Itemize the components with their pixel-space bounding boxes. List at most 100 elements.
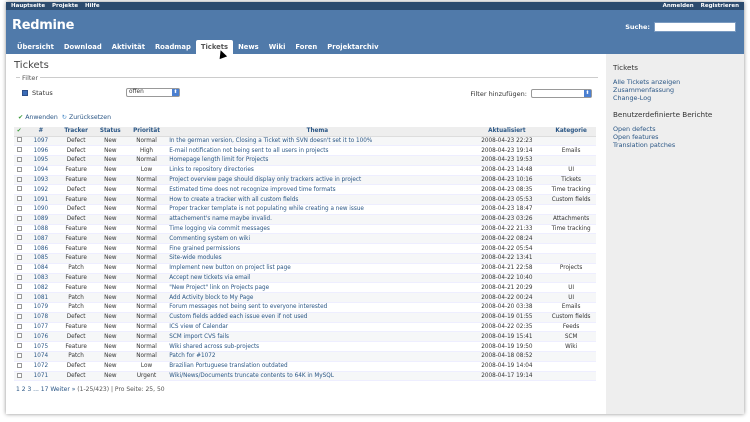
row-checkbox[interactable]: [16, 205, 22, 211]
row-checkbox[interactable]: [16, 186, 22, 192]
ticket-subject[interactable]: ICS view of Calendar: [167, 322, 468, 333]
row-checkbox[interactable]: [16, 264, 22, 270]
ticket-id[interactable]: 1071: [24, 371, 58, 382]
table-row[interactable]: 1096 Defect New High E-mail notification not…: [14, 145, 596, 157]
ticket-subject[interactable]: Forum messages not being sent to everyon…: [167, 302, 468, 313]
tab-item[interactable]: Projektarchiv: [322, 40, 383, 54]
col-status[interactable]: Status: [94, 127, 126, 137]
ticket-subject[interactable]: Patch for #1072: [167, 351, 468, 362]
ticket-subject[interactable]: Proper tracker template is not populatin…: [167, 204, 468, 215]
row-checkbox[interactable]: [16, 362, 22, 368]
table-row[interactable]: 1079 Patch New Normal Forum messages not bei…: [14, 302, 596, 313]
table-row[interactable]: 1077 Feature New Normal ICS view of Calendar…: [14, 322, 596, 333]
table-row[interactable]: 1095 Defect New Normal Homepage length limit…: [14, 155, 596, 166]
row-checkbox[interactable]: [16, 166, 22, 172]
row-checkbox[interactable]: [16, 323, 22, 329]
ticket-subject[interactable]: Estimated time does not recognize improv…: [167, 184, 468, 196]
row-checkbox[interactable]: [16, 254, 22, 260]
row-checkbox[interactable]: [16, 274, 22, 280]
row-checkbox[interactable]: [16, 372, 22, 378]
row-checkbox[interactable]: [16, 196, 22, 202]
ticket-subject[interactable]: Homepage length limit for Projects: [167, 155, 468, 166]
ticket-id[interactable]: 1088: [24, 224, 58, 235]
row-checkbox[interactable]: [16, 343, 22, 349]
ticket-id[interactable]: 1087: [24, 233, 58, 245]
ticket-id[interactable]: 1079: [24, 302, 58, 313]
row-checkbox[interactable]: [16, 235, 22, 241]
col-category[interactable]: Kategorie: [546, 127, 596, 137]
status-filter-checkbox[interactable]: [22, 90, 28, 96]
ticket-subject[interactable]: Custom fields added each issue even if n…: [167, 312, 468, 323]
row-checkbox[interactable]: [16, 245, 22, 251]
ticket-id[interactable]: 1072: [24, 361, 58, 372]
ticket-id[interactable]: 1085: [24, 253, 58, 264]
row-checkbox[interactable]: [16, 225, 22, 231]
ticket-subject[interactable]: attachement's name maybe invalid.: [167, 214, 468, 225]
top-link-projects[interactable]: Projekte: [52, 3, 78, 9]
top-link-login[interactable]: Anmelden: [663, 3, 694, 9]
row-checkbox[interactable]: [16, 313, 22, 319]
site-title[interactable]: Redmine: [12, 18, 74, 33]
sidebar-link-all-tickets[interactable]: Alle Tickets anzeigen: [613, 78, 737, 86]
table-row[interactable]: 1088 Feature New Normal Time logging via com…: [14, 224, 596, 235]
ticket-id[interactable]: 1093: [24, 175, 58, 186]
table-row[interactable]: 1081 Patch New Normal Add Activity block to …: [14, 292, 596, 304]
ticket-id[interactable]: 1091: [24, 194, 58, 206]
ticket-subject[interactable]: Accept new tickets via email: [167, 273, 468, 284]
table-row[interactable]: 1085 Feature New Normal Site-wide modules 200…: [14, 253, 596, 264]
tab-item[interactable]: News: [233, 40, 264, 54]
table-row[interactable]: 1083 Feature New Normal Accept new tickets v…: [14, 273, 596, 284]
table-row[interactable]: 1075 Feature New Normal Wiki shared across s…: [14, 341, 596, 353]
add-filter-select[interactable]: ⬍: [531, 89, 592, 98]
ticket-subject[interactable]: E-mail notification not being sent to al…: [167, 145, 468, 157]
tab-item[interactable]: Roadmap: [150, 40, 196, 54]
ticket-subject[interactable]: Brazilian Portuguese translation outdate…: [167, 361, 468, 372]
ticket-id[interactable]: 1078: [24, 312, 58, 323]
table-row[interactable]: 1089 Defect New Normal attachement's name ma…: [14, 214, 596, 225]
ticket-subject[interactable]: In the german version, Closing a Ticket …: [167, 136, 468, 147]
col-updated[interactable]: Aktualisiert: [467, 127, 547, 137]
select-all-checkmark-icon[interactable]: ✔: [14, 127, 25, 137]
ticket-subject[interactable]: SCM import CVS fails: [167, 331, 468, 343]
ticket-subject[interactable]: Fine grained permissions: [167, 243, 468, 255]
ticket-id[interactable]: 1094: [24, 165, 58, 176]
table-row[interactable]: 1086 Feature New Normal Fine grained permiss…: [14, 243, 596, 255]
table-row[interactable]: 1076 Defect New Normal SCM import CVS fails 2…: [14, 331, 596, 343]
sidebar-link-changelog[interactable]: Change-Log: [613, 94, 737, 102]
col-tracker[interactable]: Tracker: [57, 127, 95, 137]
pagination-links[interactable]: 1 2 3 ... 17 Weiter »: [16, 386, 75, 393]
apply-button[interactable]: Anwenden: [25, 114, 58, 121]
table-row[interactable]: 1082 Feature New Normal "New Project" link o…: [14, 282, 596, 294]
ticket-subject[interactable]: Implement new button on project list pag…: [167, 263, 468, 274]
tab-tickets-active[interactable]: Tickets: [195, 40, 234, 54]
reset-button[interactable]: Zurücksetzen: [69, 114, 111, 121]
ticket-subject[interactable]: Wiki/News/Documents truncate contents to…: [167, 371, 468, 382]
row-checkbox[interactable]: [16, 303, 22, 309]
ticket-subject[interactable]: Add Activity block to My Page: [167, 292, 468, 304]
ticket-id[interactable]: 1077: [24, 322, 58, 333]
ticket-subject[interactable]: How to create a tracker with all custom …: [167, 194, 468, 206]
table-row[interactable]: 1071 Defect New Urgent Wiki/News/Documents t…: [14, 371, 596, 382]
sidebar-link-translation-patches[interactable]: Translation patches: [613, 141, 737, 149]
ticket-id[interactable]: 1096: [24, 145, 58, 157]
ticket-subject[interactable]: Wiki shared across sub-projects: [167, 341, 468, 353]
row-checkbox[interactable]: [16, 215, 22, 221]
ticket-id[interactable]: 1086: [24, 243, 58, 255]
ticket-id[interactable]: 1081: [24, 292, 58, 304]
row-checkbox[interactable]: [16, 284, 22, 290]
tab-item[interactable]: Aktivität: [107, 40, 150, 54]
status-operator-select[interactable]: offen ⬍: [126, 88, 180, 97]
table-row[interactable]: 1078 Defect New Normal Custom fields added e…: [14, 312, 596, 323]
col-priority[interactable]: Priorität: [125, 127, 168, 137]
sidebar-link-summary[interactable]: Zusammenfassung: [613, 86, 737, 94]
table-row[interactable]: 1093 Feature New Normal Project overview pag…: [14, 175, 596, 186]
top-link-register[interactable]: Registrieren: [701, 3, 739, 9]
ticket-id[interactable]: 1097: [24, 136, 58, 147]
table-row[interactable]: 1074 Patch New Normal Patch for #1072 2008-04…: [14, 351, 596, 362]
table-row[interactable]: 1092 Defect New Normal Estimated time does n…: [14, 184, 596, 196]
per-page[interactable]: | Pro Seite: 25, 50: [111, 386, 165, 393]
tab-item[interactable]: Übersicht: [12, 40, 59, 54]
ticket-subject[interactable]: Time logging via commit messages: [167, 224, 468, 235]
sidebar-link-open-features[interactable]: Open features: [613, 133, 737, 141]
ticket-id[interactable]: 1076: [24, 331, 58, 343]
